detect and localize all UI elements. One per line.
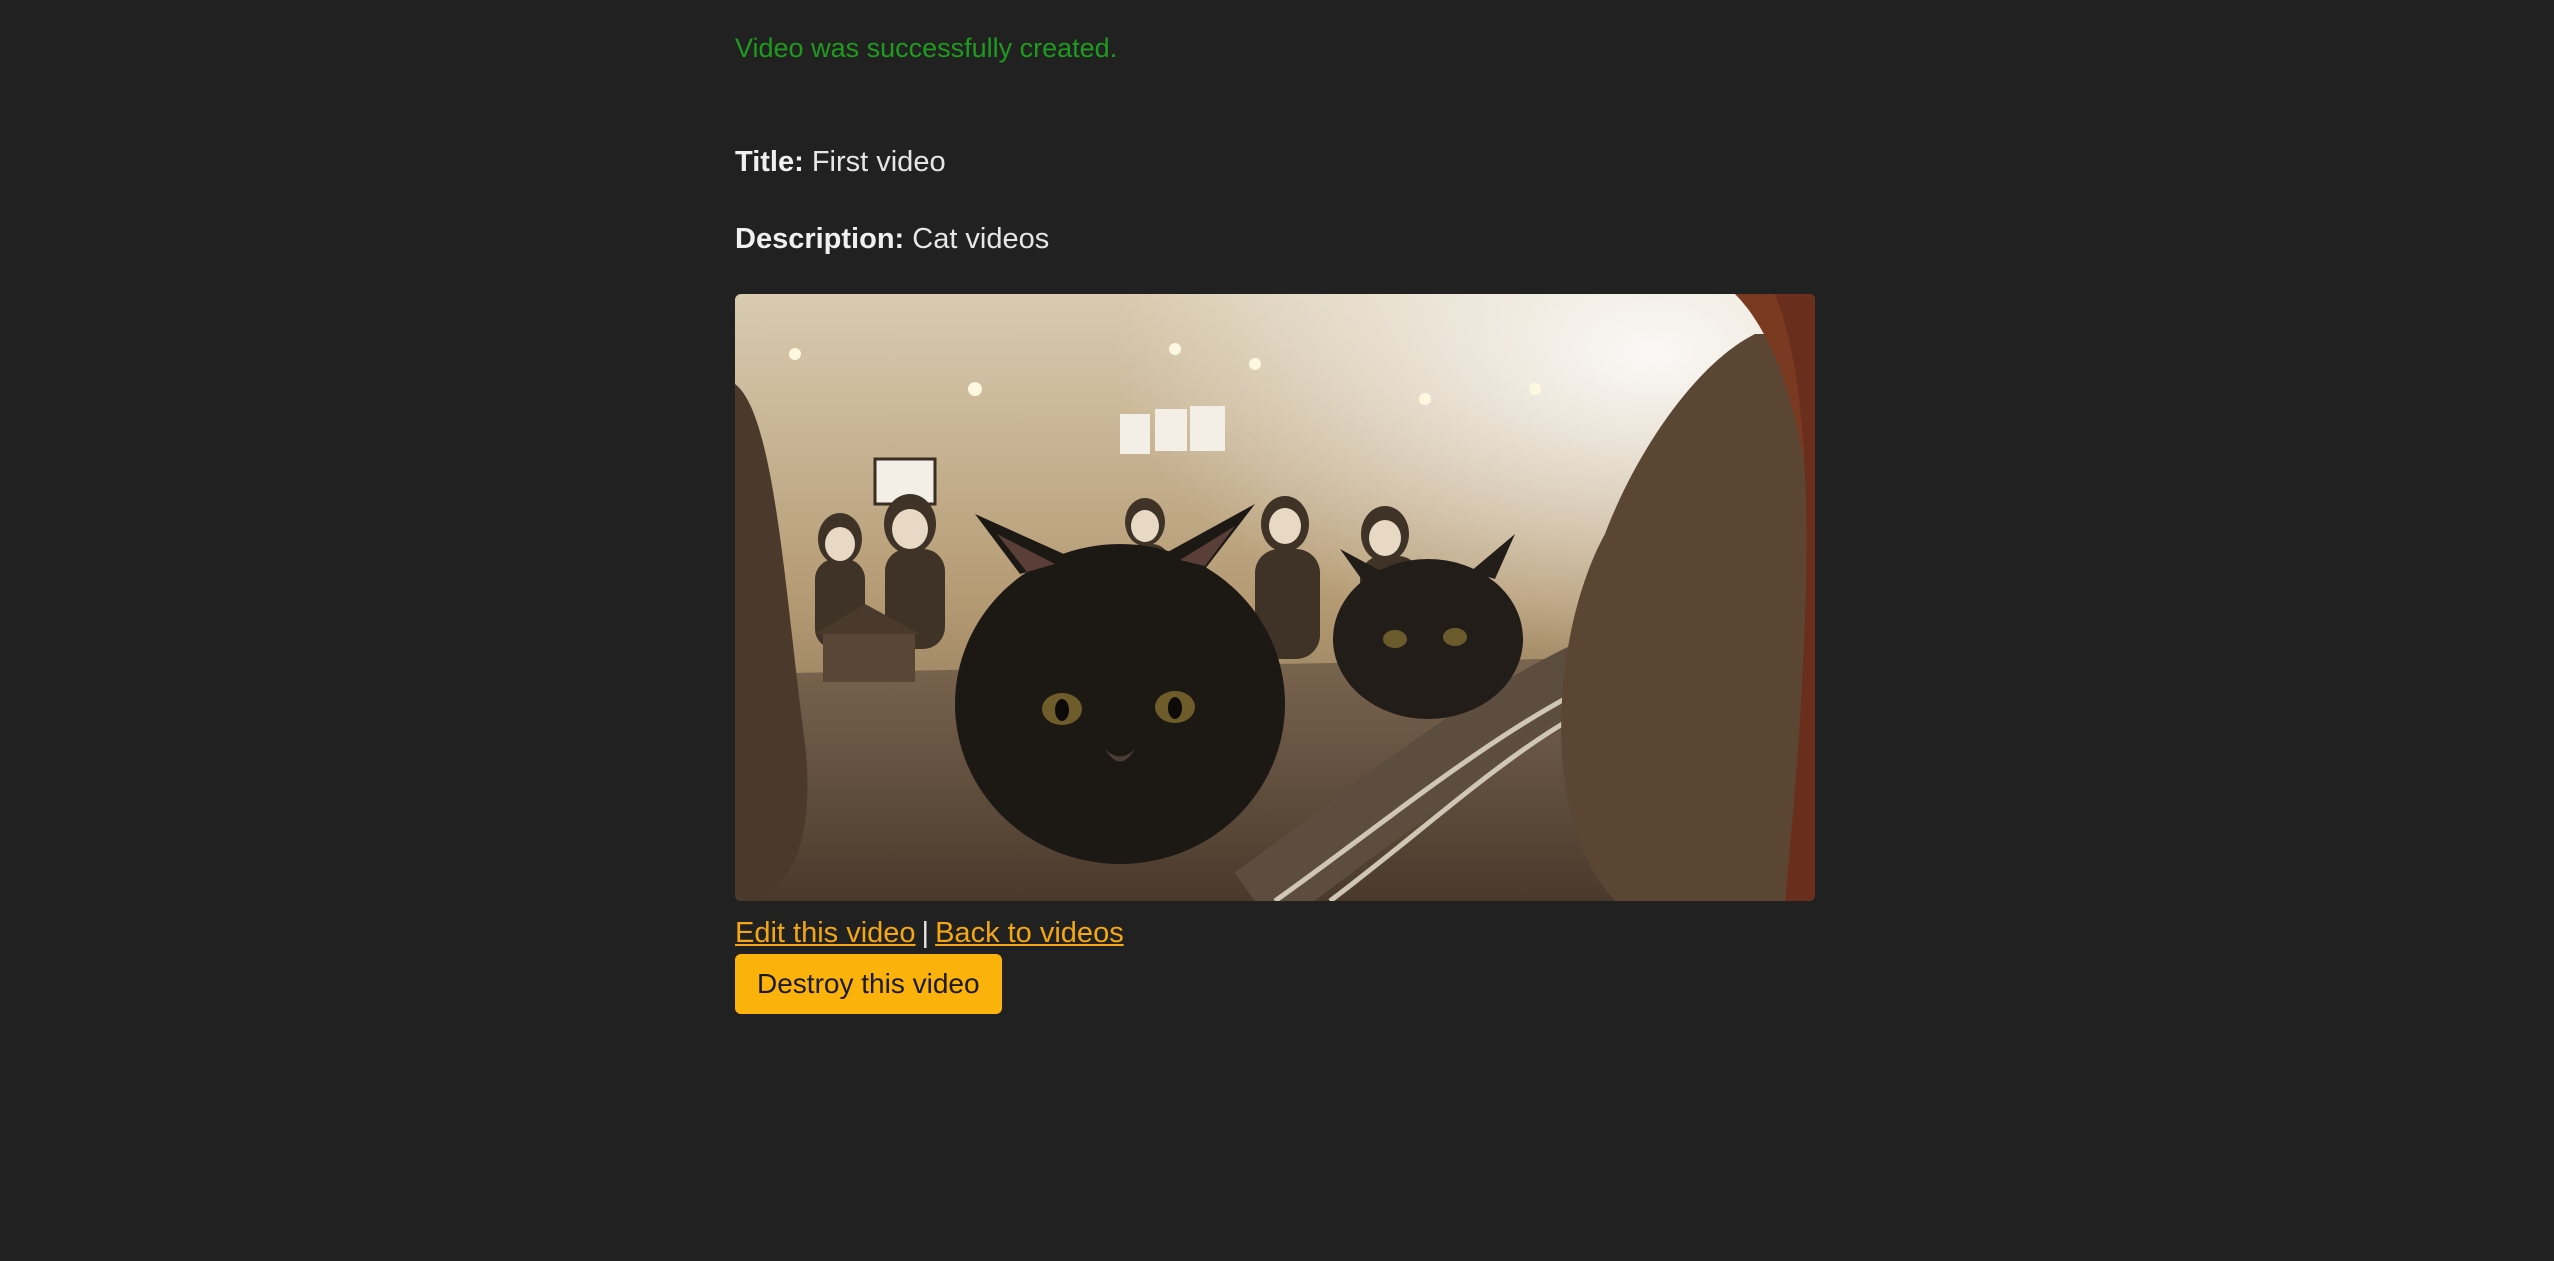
title-label: Title: bbox=[735, 146, 804, 178]
link-separator: | bbox=[921, 917, 930, 949]
description-value: Cat videos bbox=[912, 223, 1050, 255]
edit-video-link[interactable]: Edit this video bbox=[735, 917, 916, 949]
back-to-videos-link[interactable]: Back to videos bbox=[935, 917, 1124, 949]
title-value: First video bbox=[811, 146, 946, 178]
video-frame bbox=[735, 294, 1815, 901]
action-links: Edit this video | Back to videos bbox=[735, 914, 1124, 952]
description-field: Description: Cat videos bbox=[735, 220, 1049, 258]
flash-notice: Video was successfully created. bbox=[735, 33, 1118, 63]
title-field: Title: First video bbox=[735, 143, 946, 181]
video-player[interactable] bbox=[735, 294, 1815, 901]
description-label: Description: bbox=[735, 223, 905, 255]
destroy-video-button[interactable]: Destroy this video bbox=[735, 954, 1002, 1014]
